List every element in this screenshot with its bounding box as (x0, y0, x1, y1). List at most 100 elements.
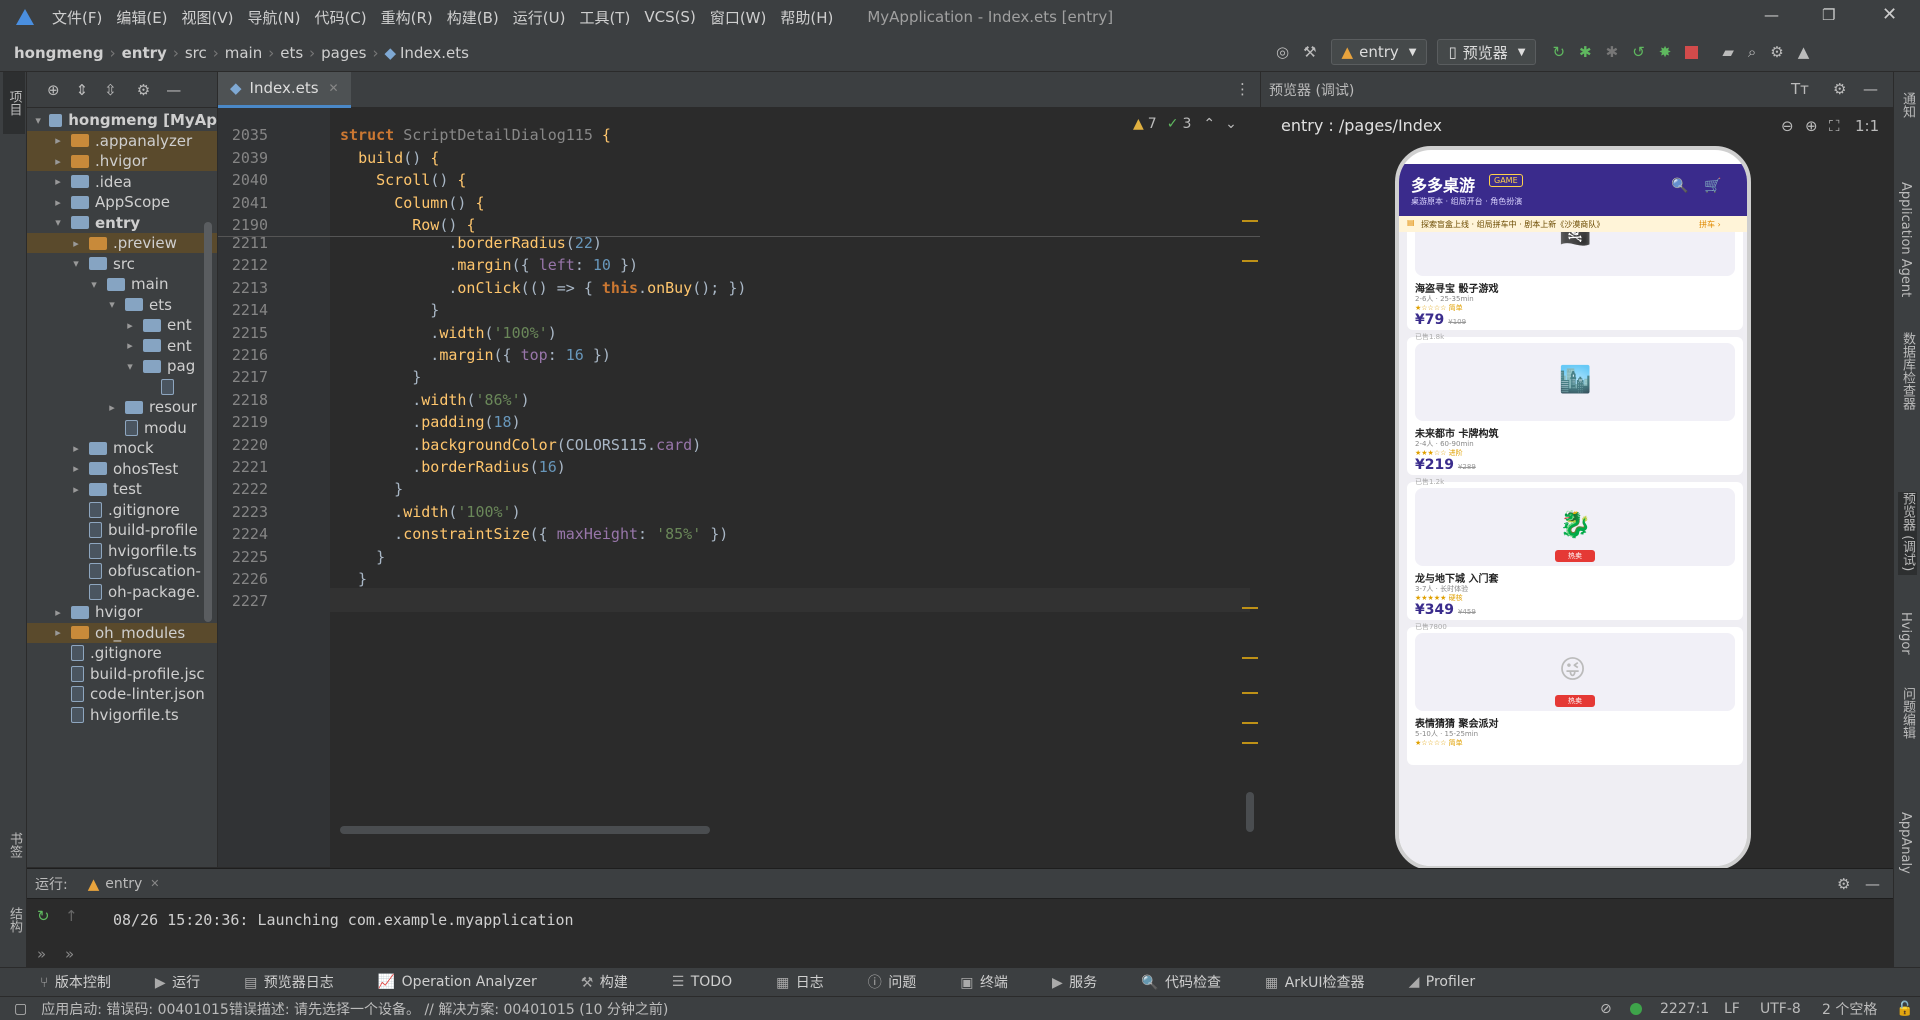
tool-window-button[interactable]: 📈 Operation Analyzer (378, 974, 559, 990)
code-line[interactable]: .backgroundColor(COLORS115.card) (340, 436, 701, 454)
chevron-icon[interactable]: ▾ (87, 278, 101, 291)
tree-item[interactable]: ▸ ent (27, 315, 217, 335)
more-icon[interactable]: » (37, 945, 46, 963)
text-size-icon[interactable]: Tт (1791, 80, 1809, 98)
search-icon[interactable]: 🔍 (1671, 178, 1688, 194)
chevron-icon[interactable]: ▾ (123, 360, 137, 373)
chevron-icon[interactable]: ▸ (51, 196, 65, 209)
breadcrumb-item[interactable]: Index.ets (400, 44, 469, 62)
attach-debugger-icon[interactable]: ✱ (1606, 43, 1619, 61)
tree-item[interactable]: ▸ mock (27, 438, 217, 458)
tree-item[interactable]: hvigorfile.ts (27, 705, 217, 725)
collapse-all-icon[interactable]: ⇳ (104, 81, 117, 99)
game-card[interactable]: 🐉 热卖 龙与地下城 入门套 3-7人 · 长时体验 ★★★★★ 硬核 ¥349 ¥459 (1407, 482, 1743, 620)
chevron-icon[interactable]: ▾ (69, 257, 83, 270)
right-tool-tab[interactable]: 通知 (1898, 92, 1917, 122)
code-line[interactable]: .constraintSize({ maxHeight: '85%' }) (340, 525, 728, 543)
settings-icon[interactable]: ⚙ (1770, 43, 1783, 61)
chevron-icon[interactable]: ▾ (51, 216, 65, 229)
scroll-up-icon[interactable]: ↑ (65, 907, 78, 925)
chevron-icon[interactable]: ▸ (51, 606, 65, 619)
tree-item[interactable]: code-linter.json (27, 684, 217, 704)
code-line[interactable]: .margin({ left: 10 }) (340, 256, 638, 274)
breadcrumb-item[interactable]: entry (122, 44, 167, 62)
status-message[interactable]: 应用启动: 错误码: 00401015错误描述: 请先选择一个设备。 // 解决… (41, 999, 668, 1019)
chevron-icon[interactable]: ▸ (69, 442, 83, 455)
chevron-icon[interactable]: ▸ (51, 626, 65, 639)
close-icon[interactable]: ✕ (150, 877, 159, 890)
code-line[interactable]: .width('100%') (340, 324, 556, 342)
debug-icon[interactable]: ✱ (1579, 43, 1592, 61)
code-area[interactable]: struct ScriptDetailDialog115 { build() {… (218, 108, 1260, 867)
game-card[interactable]: 🏙️ 未来都市 卡牌构筑 2-4人 · 60-90min ★★★☆☆ 进阶 ¥219 ¥2… (1407, 337, 1743, 475)
code-line[interactable]: .width('100%') (340, 503, 520, 521)
close-window-button[interactable]: ✕ (1882, 4, 1897, 25)
tree-item[interactable]: modu (27, 418, 217, 438)
code-line[interactable]: .borderRadius(16) (340, 458, 566, 476)
breadcrumb-item[interactable]: src (185, 44, 207, 62)
chevron-icon[interactable]: ▸ (51, 155, 65, 168)
right-tool-tab[interactable]: 预览器 (调试) (1898, 492, 1917, 576)
chevron-icon[interactable]: ▸ (123, 319, 137, 332)
more-options-icon[interactable]: ⋮ (1235, 80, 1250, 98)
tree-item[interactable]: ▾ src (27, 254, 217, 274)
tree-item[interactable]: ▸ .appanalyzer (27, 130, 217, 151)
code-line[interactable]: .borderRadius(22) (340, 234, 602, 252)
tree-item[interactable]: build-profile.jsc (27, 664, 217, 684)
minimize-button[interactable]: — (1764, 6, 1779, 24)
right-tool-tab[interactable]: Hvigor (1898, 612, 1913, 659)
chevron-icon[interactable]: ▾ (33, 114, 43, 127)
memory-icon[interactable]: ⊘ (1600, 1001, 1612, 1017)
chevron-icon[interactable]: ▸ (69, 483, 83, 496)
hide-icon[interactable]: — (1863, 80, 1878, 98)
tool-window-button[interactable]: ▶ 服务 (1052, 972, 1119, 992)
expand-all-icon[interactable]: ⇕ (76, 81, 89, 99)
menu-item[interactable]: 帮助(H) (780, 7, 833, 28)
tree-item[interactable]: ▾ entry (27, 213, 217, 233)
target-icon[interactable]: ◎ (1276, 43, 1289, 61)
tool-window-button[interactable]: ◢ Profiler (1409, 974, 1498, 990)
chevron-icon[interactable]: ▸ (69, 237, 83, 250)
game-card[interactable]: 😜 热卖 表情猜猜 聚会派对 5-10人 · 15-25min ★☆☆☆☆ 简单 (1407, 627, 1743, 765)
right-tool-tab[interactable]: AppAnaly (1898, 812, 1913, 878)
rerun-icon[interactable]: ↻ (37, 907, 50, 925)
menu-item[interactable]: 编辑(E) (116, 7, 167, 28)
sticky-code-line[interactable]: build() { (340, 149, 439, 167)
tool-window-button[interactable]: ⚒ 构建 (581, 972, 650, 992)
hide-icon[interactable]: — (1865, 875, 1880, 893)
warning-marker[interactable] (1242, 722, 1258, 724)
tree-item[interactable]: ▸ .hvigor (27, 151, 217, 171)
tool-window-button[interactable]: ▦ 日志 (776, 972, 846, 992)
zoom-out-icon[interactable]: ⊖ (1781, 117, 1794, 135)
locate-icon[interactable]: ⊕ (47, 81, 60, 99)
tool-window-button[interactable]: ▶ 运行 (155, 972, 222, 992)
warning-marker[interactable] (1242, 220, 1258, 222)
chevron-icon[interactable]: ▸ (51, 175, 65, 188)
tree-item[interactable]: ▸ resour (27, 397, 217, 417)
search-icon[interactable]: ⌕ (1748, 43, 1756, 61)
warning-marker[interactable] (1242, 260, 1258, 262)
game-card[interactable]: 🏴‍☠️ 海盗寻宝 骰子游戏 2-6人 · 25-35min ★☆☆☆☆ 简单 ¥79 ¥… (1407, 232, 1743, 330)
code-line[interactable]: .onClick(() => { this.onBuy(); }) (340, 279, 746, 297)
tree-item[interactable]: .gitignore (27, 500, 217, 520)
structure-tool-tab[interactable]: 结构 (5, 907, 24, 937)
menu-item[interactable]: 运行(U) (513, 7, 566, 28)
code-line[interactable]: } (340, 301, 439, 319)
tab-index-ets[interactable]: ◆ Index.ets ✕ (218, 71, 351, 108)
code-line[interactable]: } (340, 480, 403, 498)
breadcrumb-item[interactable]: main (225, 44, 262, 62)
menu-item[interactable]: 导航(N) (248, 7, 301, 28)
tool-window-button[interactable]: ☰ TODO (672, 974, 754, 990)
lock-icon[interactable]: 🔓 (1896, 1001, 1913, 1017)
sticky-code-line[interactable]: Row() { (340, 216, 475, 234)
notice-bar[interactable]: ▤ 探索盲盒上线 · 组局拼车中 · 剧本上新《沙漠商队》 拼车 › (1399, 216, 1747, 232)
tool-window-button[interactable]: ▦ ArkUI检查器 (1265, 972, 1387, 992)
gear-icon[interactable]: ⚙ (1837, 875, 1850, 893)
tool-window-button[interactable]: ⓘ 问题 (868, 972, 938, 992)
inspection-widget[interactable]: ▲ 7 ✓ 3 ⌃ ⌄ (1133, 116, 1237, 132)
tree-item[interactable] (27, 377, 217, 397)
cart-icon[interactable]: 🛒 (1704, 178, 1721, 194)
horizontal-scrollbar[interactable] (340, 826, 710, 834)
folder-icon[interactable]: ▰ (1722, 43, 1734, 61)
run-tab-entry[interactable]: entry (105, 876, 142, 892)
